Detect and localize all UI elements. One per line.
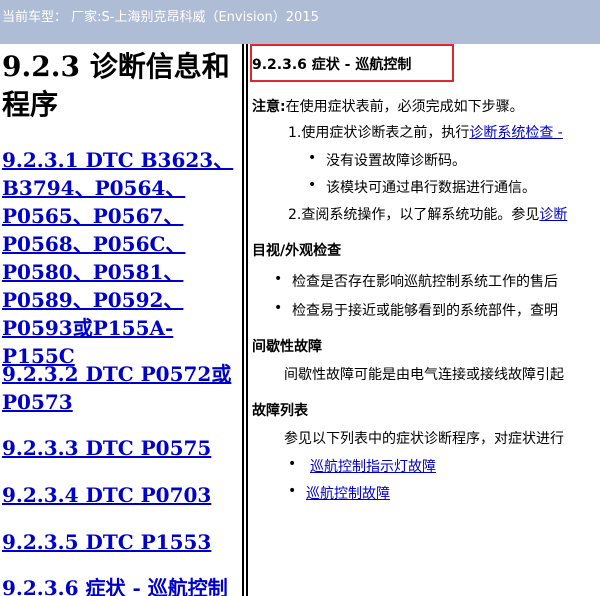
visual-bullet-2: 检查易于接近或能够看到的系统部件，查明 xyxy=(292,303,558,319)
content-pane[interactable]: 9.2.3.6 症状 - 巡航控制 注意:在使用症状表前，必须完成如下步骤。 1… xyxy=(248,44,600,596)
fault-list-heading: 故障列表 xyxy=(252,403,308,419)
step-1-bullet-1: 没有设置故障诊断码。 xyxy=(326,153,466,169)
toc-heading: 9.2.3 诊断信息和程序 xyxy=(2,50,230,121)
fault-link-cruise-control[interactable]: 巡航控制故障 xyxy=(306,483,390,503)
bullet-icon: • xyxy=(274,300,283,316)
note-label: 注意: xyxy=(252,99,286,115)
toc-pane[interactable]: 9.2.3 诊断信息和程序 9.2.3.1 DTC B3623、B3794、P0… xyxy=(0,44,242,596)
intermittent-heading: 间歇性故障 xyxy=(252,339,322,355)
bullet-icon: • xyxy=(274,271,283,287)
step-1-bullet-2: 该模块可通过串行数据进行通信。 xyxy=(326,180,536,196)
toc-link-9-2-3-4[interactable]: 9.2.3.4 DTC P0703 xyxy=(2,481,242,509)
bullet-icon: • xyxy=(308,177,317,193)
bullet-icon: • xyxy=(288,456,297,472)
fault-link-cruise-indicator[interactable]: 巡航控制指示灯故障 xyxy=(310,456,436,476)
visual-bullet-1: 检查是否存在影响巡航控制系统工作的售后 xyxy=(292,274,558,290)
window-title: 当前车型： 厂家:S-上海别克昂科威（Envision）2015 xyxy=(2,10,319,25)
toc-link-9-2-3-2[interactable]: 9.2.3.2 DTC P0572或P0573 xyxy=(2,360,242,416)
section-title: 9.2.3.6 症状 - 巡航控制 xyxy=(252,57,412,73)
fault-list-text: 参见以下列表中的症状诊断程序，对症状进行 xyxy=(284,431,564,447)
note-line: 注意:在使用症状表前，必须完成如下步骤。 xyxy=(252,96,524,116)
window-title-bar: 当前车型： 厂家:S-上海别克昂科威（Envision）2015 xyxy=(0,0,600,44)
toc-link-9-2-3-3[interactable]: 9.2.3.3 DTC P0575 xyxy=(2,434,242,462)
note-text: 在使用症状表前，必须完成如下步骤。 xyxy=(285,99,524,115)
bullet-icon: • xyxy=(308,150,317,166)
diagnostic-system-check-link[interactable]: 诊断系统检查 - xyxy=(469,125,563,141)
toc-link-9-2-3-6[interactable]: 9.2.3.6 症状 - 巡航控制 xyxy=(2,574,242,596)
step-2: 2.查阅系统操作，以了解系统功能。参见诊断 xyxy=(288,204,567,224)
diagnosis-link[interactable]: 诊断 xyxy=(539,207,567,223)
intermittent-text: 间歇性故障可能是由电气连接或接线故障引起 xyxy=(284,367,564,383)
step-2-text: 2.查阅系统操作，以了解系统功能。参见 xyxy=(288,207,540,223)
toc-link-9-2-3-5[interactable]: 9.2.3.5 DTC P1553 xyxy=(2,528,242,556)
bullet-icon: • xyxy=(288,483,297,499)
step-1-text: 1.使用症状诊断表之前，执行 xyxy=(288,125,470,141)
step-1: 1.使用症状诊断表之前，执行诊断系统检查 - xyxy=(288,122,563,142)
toc-link-9-2-3-1[interactable]: 9.2.3.1 DTC B3623、B3794、P0564、P0565、P056… xyxy=(2,146,242,370)
visual-inspection-heading: 目视/外观检查 xyxy=(252,243,342,259)
